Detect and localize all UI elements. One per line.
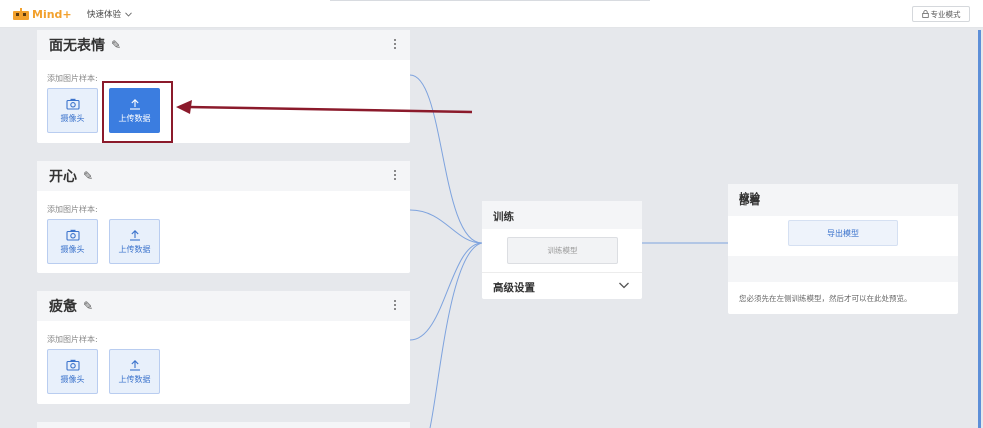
edit-pencil-icon[interactable]: ✎ xyxy=(83,169,93,183)
camera-icon xyxy=(65,359,80,371)
pro-mode-label: 专业模式 xyxy=(930,9,961,19)
sample-label: 添加图片样本: xyxy=(47,74,98,83)
class-card-header: 疲惫 ✎ xyxy=(37,291,410,321)
verify-header xyxy=(728,256,958,282)
verify-message: 您必须先在左侧训练模型，然后才可以在此处预览。 xyxy=(739,294,912,303)
class-card-header: 面无表情 ✎ xyxy=(37,30,410,60)
verify-title: 校验 xyxy=(739,192,760,204)
class-title: 开心 xyxy=(49,169,77,185)
annotation-highlight-box xyxy=(102,81,173,143)
chevron-down-icon xyxy=(125,11,132,17)
deploy-panel: 部署 导出模型 校验 您必须先在左侧训练模型，然后才可以在此处预览。 xyxy=(728,184,958,314)
edit-pencil-icon[interactable]: ✎ xyxy=(111,38,121,52)
upload-label: 上传数据 xyxy=(118,374,151,384)
advanced-settings-label: 高级设置 xyxy=(493,282,535,294)
edit-pencil-icon[interactable]: ✎ xyxy=(83,299,93,313)
advanced-settings-toggle[interactable]: 高级设置 xyxy=(482,272,642,299)
robot-logo-icon xyxy=(13,8,29,20)
brand-logo[interactable]: Mind+ xyxy=(12,5,72,23)
camera-button[interactable]: 摄像头 xyxy=(47,88,98,133)
class-title: 疲惫 xyxy=(49,299,77,315)
export-model-button[interactable]: 导出模型 xyxy=(788,220,898,246)
class-card-3: 疲惫 ✎ 添加图片样本: 摄像头 上传数据 xyxy=(37,291,410,404)
camera-label: 摄像头 xyxy=(60,374,85,384)
camera-button[interactable]: 摄像头 xyxy=(47,349,98,394)
class-card-header: 开心 ✎ xyxy=(37,161,410,191)
upload-label: 上传数据 xyxy=(118,244,151,254)
camera-icon xyxy=(65,229,80,241)
class-card-4-partial xyxy=(37,422,410,428)
sample-label: 添加图片样本: xyxy=(47,205,98,214)
pro-mode-button[interactable]: 专业模式 xyxy=(912,6,970,22)
class-card-2: 开心 ✎ 添加图片样本: 摄像头 上传数据 xyxy=(37,161,410,273)
deploy-header xyxy=(728,184,958,216)
training-title: 训练 xyxy=(493,211,514,223)
more-options-icon[interactable] xyxy=(394,39,396,49)
more-options-icon[interactable] xyxy=(394,170,396,180)
sample-label: 添加图片样本: xyxy=(47,335,98,344)
upload-data-button[interactable]: 上传数据 xyxy=(109,219,160,264)
class-title: 面无表情 xyxy=(49,38,105,54)
camera-label: 摄像头 xyxy=(60,113,85,123)
brand-name: Mind+ xyxy=(32,7,72,21)
quick-experience-label: 快速体验 xyxy=(87,10,122,20)
top-bar: Mind+ 快速体验 专业模式 xyxy=(0,0,983,28)
quick-experience-menu[interactable]: 快速体验 xyxy=(87,8,132,20)
upload-data-button[interactable]: 上传数据 xyxy=(109,349,160,394)
train-model-button[interactable]: 训练模型 xyxy=(507,237,618,264)
camera-button[interactable]: 摄像头 xyxy=(47,219,98,264)
tab-divider xyxy=(330,0,650,1)
right-edge-scrollbar[interactable] xyxy=(978,30,981,428)
more-options-icon[interactable] xyxy=(394,300,396,310)
training-panel: 训练 训练模型 高级设置 xyxy=(482,201,642,299)
camera-label: 摄像头 xyxy=(60,244,85,254)
camera-icon xyxy=(65,98,80,110)
class-card-1: 面无表情 ✎ 添加图片样本: 摄像头 上传数据 xyxy=(37,30,410,143)
chevron-down-icon xyxy=(619,282,629,289)
upload-icon xyxy=(129,229,140,241)
lock-icon xyxy=(921,10,929,18)
upload-icon xyxy=(129,359,140,371)
